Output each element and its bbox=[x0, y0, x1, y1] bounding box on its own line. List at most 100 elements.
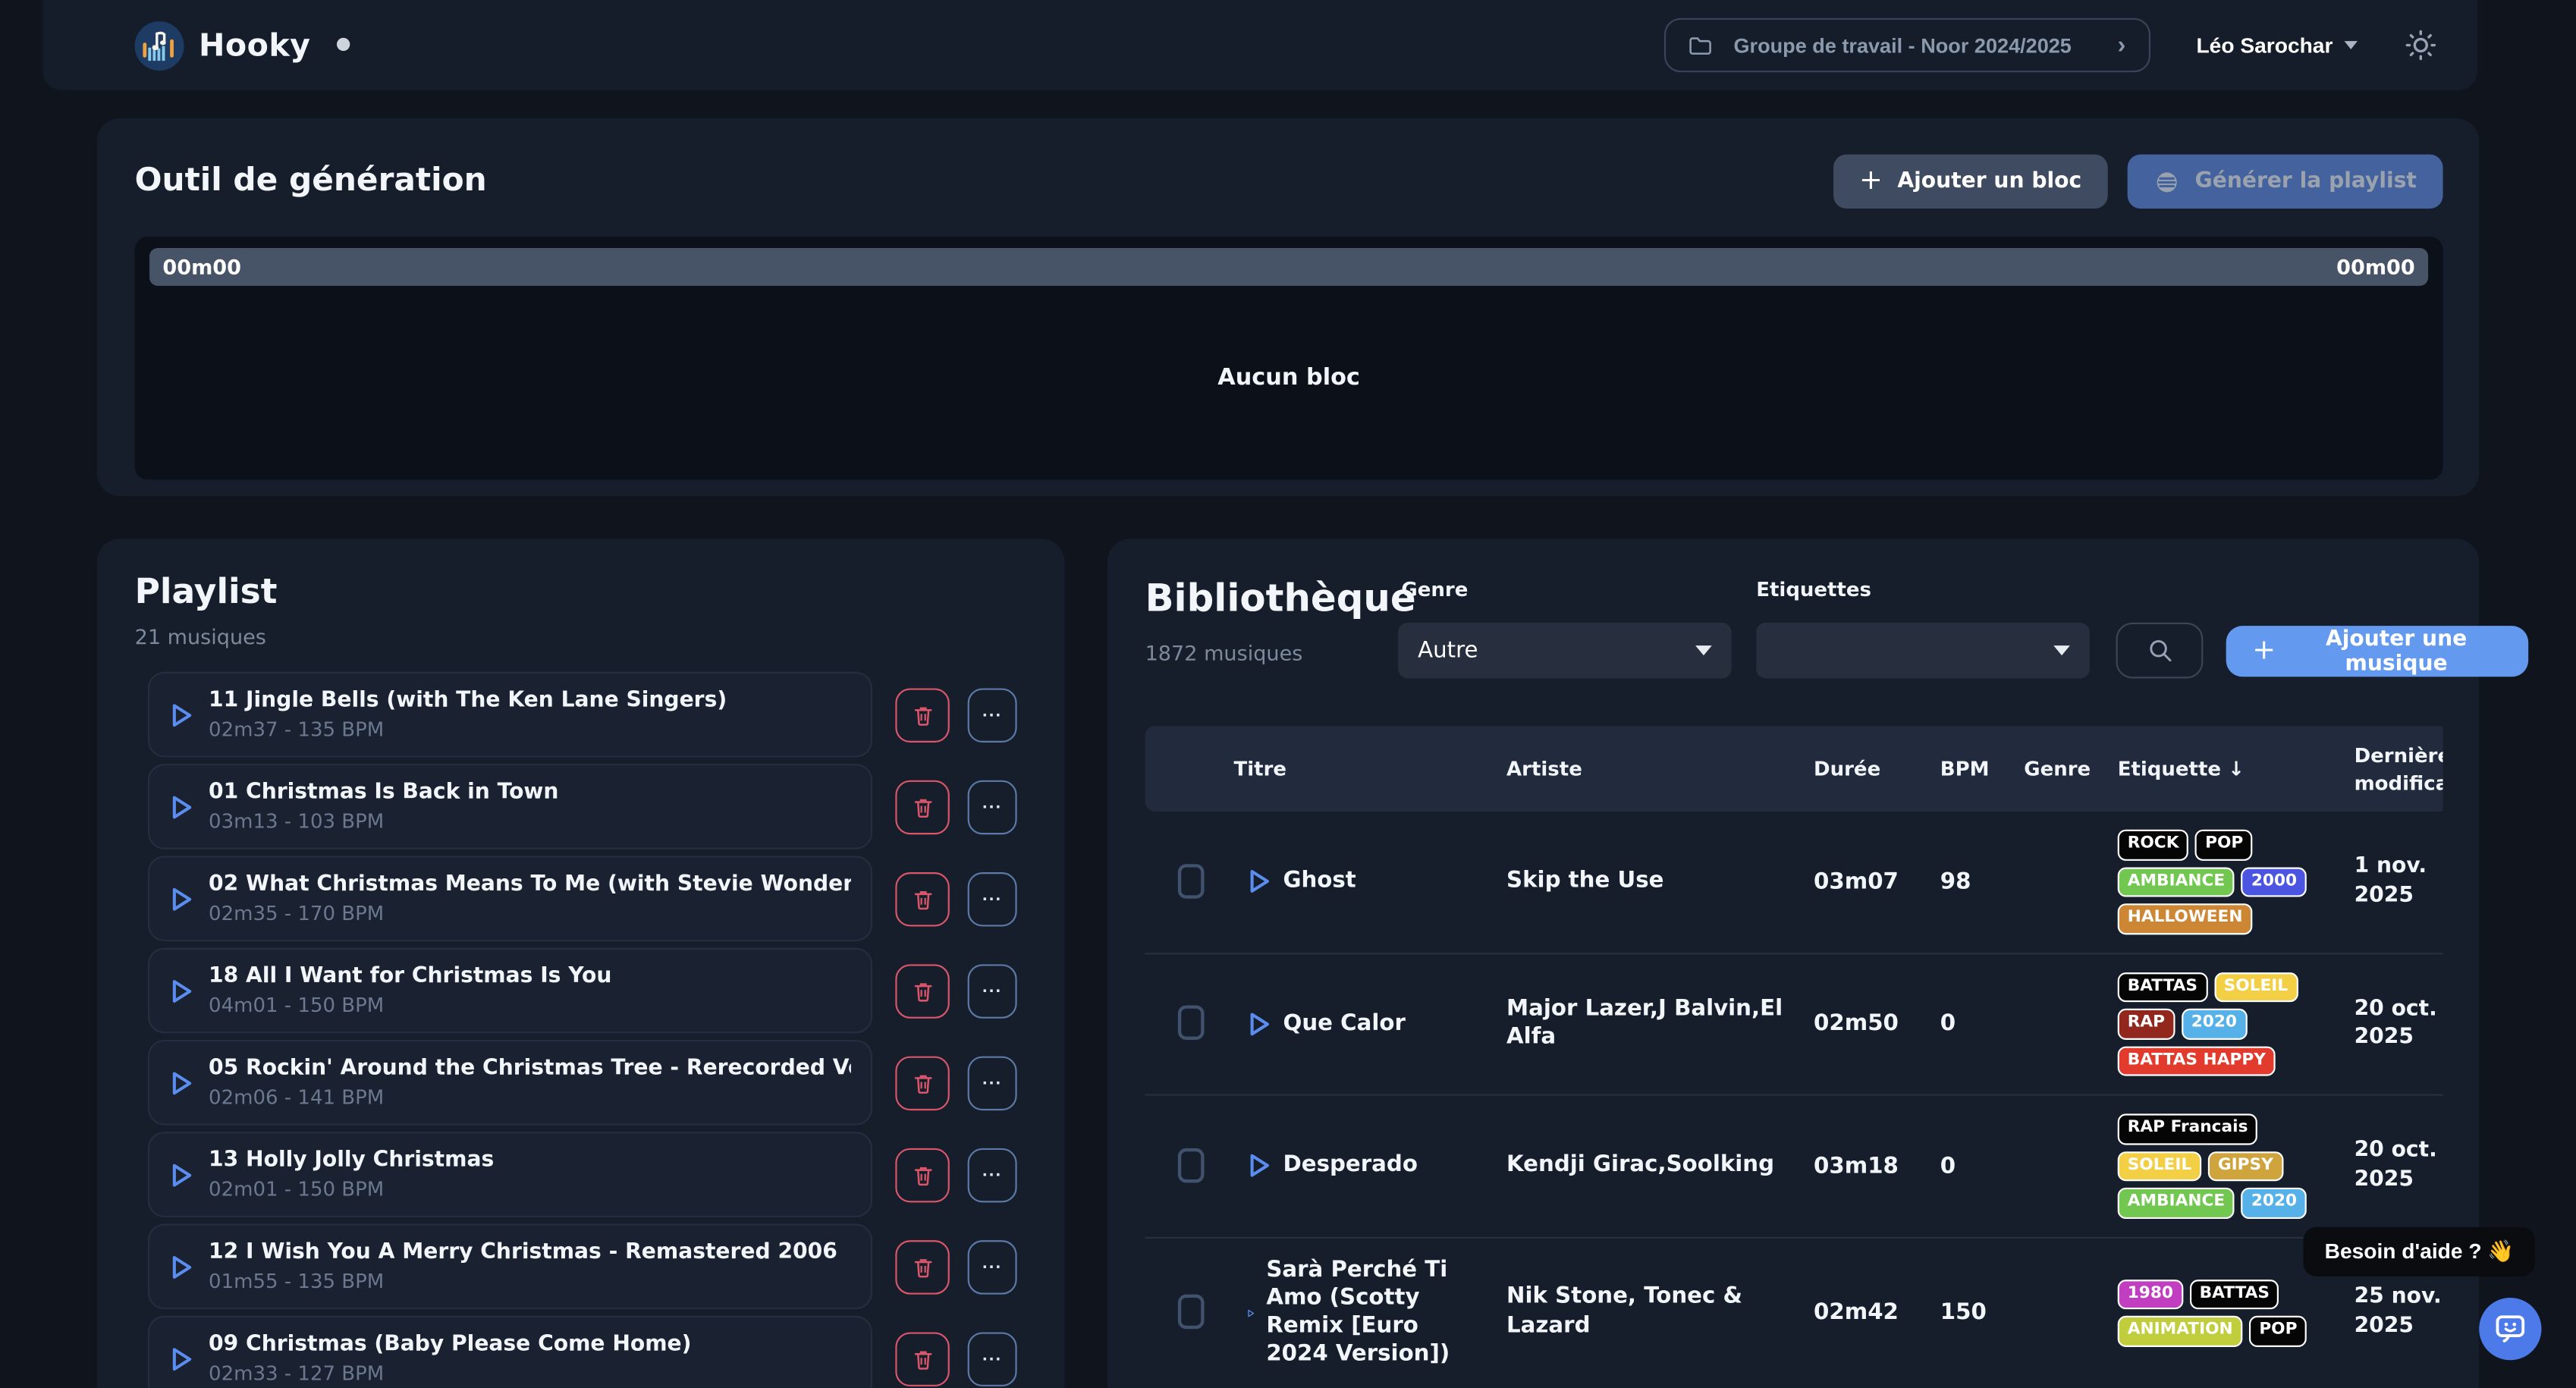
trash-icon bbox=[911, 702, 934, 727]
tag-chip: POP bbox=[2249, 1316, 2307, 1346]
play-icon[interactable] bbox=[169, 1345, 193, 1373]
user-name: Léo Sarochar bbox=[2196, 33, 2333, 57]
etiquettes-select[interactable] bbox=[1756, 623, 2090, 679]
brand: Hooky bbox=[135, 20, 350, 70]
playlist-track[interactable]: 12 I Wish You A Merry Christmas - Remast… bbox=[148, 1224, 872, 1310]
play-icon[interactable] bbox=[169, 977, 193, 1005]
delete-track-button[interactable] bbox=[895, 871, 949, 925]
more-options-button[interactable]: ... bbox=[968, 687, 1017, 741]
playlist-track[interactable]: 01 Christmas Is Back in Town 03m13 - 103… bbox=[148, 764, 872, 849]
column-titre[interactable]: Titre bbox=[1224, 753, 1487, 785]
play-icon[interactable] bbox=[1247, 868, 1271, 896]
theme-toggle[interactable] bbox=[2404, 28, 2438, 62]
delete-track-button[interactable] bbox=[895, 780, 949, 834]
tag-chip: 2020 bbox=[2241, 1188, 2307, 1218]
track-meta: 02m06 - 141 BPM bbox=[209, 1086, 851, 1109]
more-options-button[interactable]: ... bbox=[968, 780, 1017, 834]
delete-track-button[interactable] bbox=[895, 687, 949, 741]
trash-icon bbox=[911, 1255, 934, 1279]
track-title: 18 All I Want for Christmas Is You bbox=[209, 964, 611, 988]
timeline-bar: 00m00 00m00 bbox=[149, 248, 2428, 286]
table-row[interactable]: Sarà Perché Ti Amo (Scotty Remix [Euro 2… bbox=[1145, 1238, 2443, 1388]
song-title: Desperado bbox=[1283, 1151, 1417, 1179]
column-bpm[interactable]: BPM bbox=[1907, 753, 2012, 785]
tag-chip: SOLEIL bbox=[2214, 972, 2298, 1002]
song-tags: 1980BATTASANIMATIONPOP bbox=[2108, 1279, 2342, 1346]
play-icon[interactable] bbox=[1247, 1299, 1255, 1327]
row-checkbox[interactable] bbox=[1178, 1295, 1205, 1329]
tag-chip: POP bbox=[2195, 830, 2253, 860]
generator-title: Outil de génération bbox=[135, 161, 487, 199]
add-music-label: Ajouter une musique bbox=[2291, 626, 2502, 676]
song-duration: 02m42 bbox=[1799, 1299, 1908, 1326]
playlist-track[interactable]: 05 Rockin' Around the Christmas Tree - R… bbox=[148, 1040, 872, 1126]
row-checkbox[interactable] bbox=[1178, 1006, 1205, 1040]
workspace-label: Groupe de travail - Noor 2024/2025 bbox=[1733, 33, 2071, 56]
timeline-start: 00m00 bbox=[162, 255, 241, 279]
column-etiquette[interactable]: Etiquette ↓ bbox=[2108, 753, 2342, 785]
play-icon[interactable] bbox=[169, 1069, 193, 1097]
column-duree[interactable]: Durée bbox=[1799, 753, 1908, 785]
tag-chip: 2020 bbox=[2182, 1009, 2247, 1039]
row-checkbox[interactable] bbox=[1178, 864, 1205, 898]
playlist-track[interactable]: 11 Jingle Bells (with The Ken Lane Singe… bbox=[148, 672, 872, 758]
track-meta: 01m55 - 135 BPM bbox=[209, 1270, 837, 1292]
row-checkbox[interactable] bbox=[1178, 1148, 1205, 1182]
playlist-row: 11 Jingle Bells (with The Ken Lane Singe… bbox=[148, 672, 1065, 758]
play-icon[interactable] bbox=[169, 793, 193, 821]
status-dot bbox=[337, 37, 350, 50]
song-modified-date: 20 oct. 2025 bbox=[2341, 1137, 2442, 1195]
delete-track-button[interactable] bbox=[895, 1056, 949, 1110]
song-modified-date: 20 oct. 2025 bbox=[2341, 995, 2442, 1053]
hooky-logo-icon bbox=[135, 20, 184, 70]
delete-track-button[interactable] bbox=[895, 1148, 949, 1201]
chevron-down-icon bbox=[2053, 645, 2070, 655]
add-block-button[interactable]: + Ajouter un bloc bbox=[1833, 155, 2107, 209]
genre-selected-value: Autre bbox=[1418, 637, 1478, 664]
search-button[interactable] bbox=[2116, 623, 2204, 679]
track-title: 12 I Wish You A Merry Christmas - Remast… bbox=[209, 1240, 837, 1264]
more-options-button[interactable]: ... bbox=[968, 1148, 1017, 1201]
user-menu[interactable]: Léo Sarochar bbox=[2186, 31, 2367, 59]
play-icon[interactable] bbox=[1247, 1152, 1271, 1180]
more-options-button[interactable]: ... bbox=[968, 963, 1017, 1017]
tag-chip: ANIMATION bbox=[2118, 1316, 2243, 1346]
playlist-track[interactable]: 18 All I Want for Christmas Is You 04m01… bbox=[148, 948, 872, 1034]
more-options-button[interactable]: ... bbox=[968, 871, 1017, 925]
tag-chip: BATTAS bbox=[2118, 972, 2207, 1002]
sort-desc-icon: ↓ bbox=[2228, 758, 2245, 780]
play-icon[interactable] bbox=[169, 1252, 193, 1280]
help-chat-button[interactable] bbox=[2479, 1298, 2541, 1360]
delete-track-button[interactable] bbox=[895, 1239, 949, 1293]
genre-filter-label: Genre bbox=[1401, 578, 1468, 601]
table-row[interactable]: Desperado Kendji Girac,Soolking 03m18 0 … bbox=[1145, 1096, 2443, 1238]
column-artiste[interactable]: Artiste bbox=[1487, 753, 1799, 785]
playlist-track[interactable]: 13 Holly Jolly Christmas 02m01 - 150 BPM bbox=[148, 1132, 872, 1217]
table-row[interactable]: Que Calor Major Lazer,J Balvin,El Alfa 0… bbox=[1145, 953, 2443, 1095]
delete-track-button[interactable] bbox=[895, 963, 949, 1017]
playlist-track[interactable]: 02 What Christmas Means To Me (with Stev… bbox=[148, 856, 872, 941]
workspace-selector[interactable]: Groupe de travail - Noor 2024/2025 › bbox=[1665, 18, 2150, 72]
song-artist: Nik Stone, Tonec & Lazard bbox=[1487, 1284, 1799, 1342]
generator-canvas: 00m00 00m00 Aucun bloc bbox=[135, 237, 2443, 480]
column-genre[interactable]: Genre bbox=[2012, 753, 2108, 785]
play-icon[interactable] bbox=[169, 701, 193, 729]
playlist-track[interactable]: 09 Christmas (Baby Please Come Home) 02m… bbox=[148, 1316, 872, 1388]
playlist-row: 13 Holly Jolly Christmas 02m01 - 150 BPM… bbox=[148, 1132, 1065, 1217]
more-options-button[interactable]: ... bbox=[968, 1239, 1017, 1293]
generate-playlist-button[interactable]: Générer la playlist bbox=[2128, 155, 2443, 209]
track-meta: 02m35 - 170 BPM bbox=[209, 902, 851, 925]
genre-select[interactable]: Autre bbox=[1398, 623, 1732, 679]
tag-chip: 1980 bbox=[2118, 1279, 2183, 1309]
add-music-button[interactable]: + Ajouter une musique bbox=[2226, 626, 2529, 677]
play-icon[interactable] bbox=[169, 1160, 193, 1189]
more-options-button[interactable]: ... bbox=[968, 1056, 1017, 1110]
chevron-right-icon: › bbox=[2118, 31, 2126, 59]
play-icon[interactable] bbox=[1247, 1010, 1271, 1038]
play-icon[interactable] bbox=[169, 884, 193, 912]
tag-chip: GIPSY bbox=[2208, 1151, 2283, 1181]
more-options-button[interactable]: ... bbox=[968, 1331, 1017, 1385]
delete-track-button[interactable] bbox=[895, 1331, 949, 1385]
table-row[interactable]: Ghost Skip the Use 03m07 98 ROCKPOPAMBIA… bbox=[1145, 812, 2443, 953]
column-derniere-modification[interactable]: Dernière modification bbox=[2341, 739, 2442, 799]
